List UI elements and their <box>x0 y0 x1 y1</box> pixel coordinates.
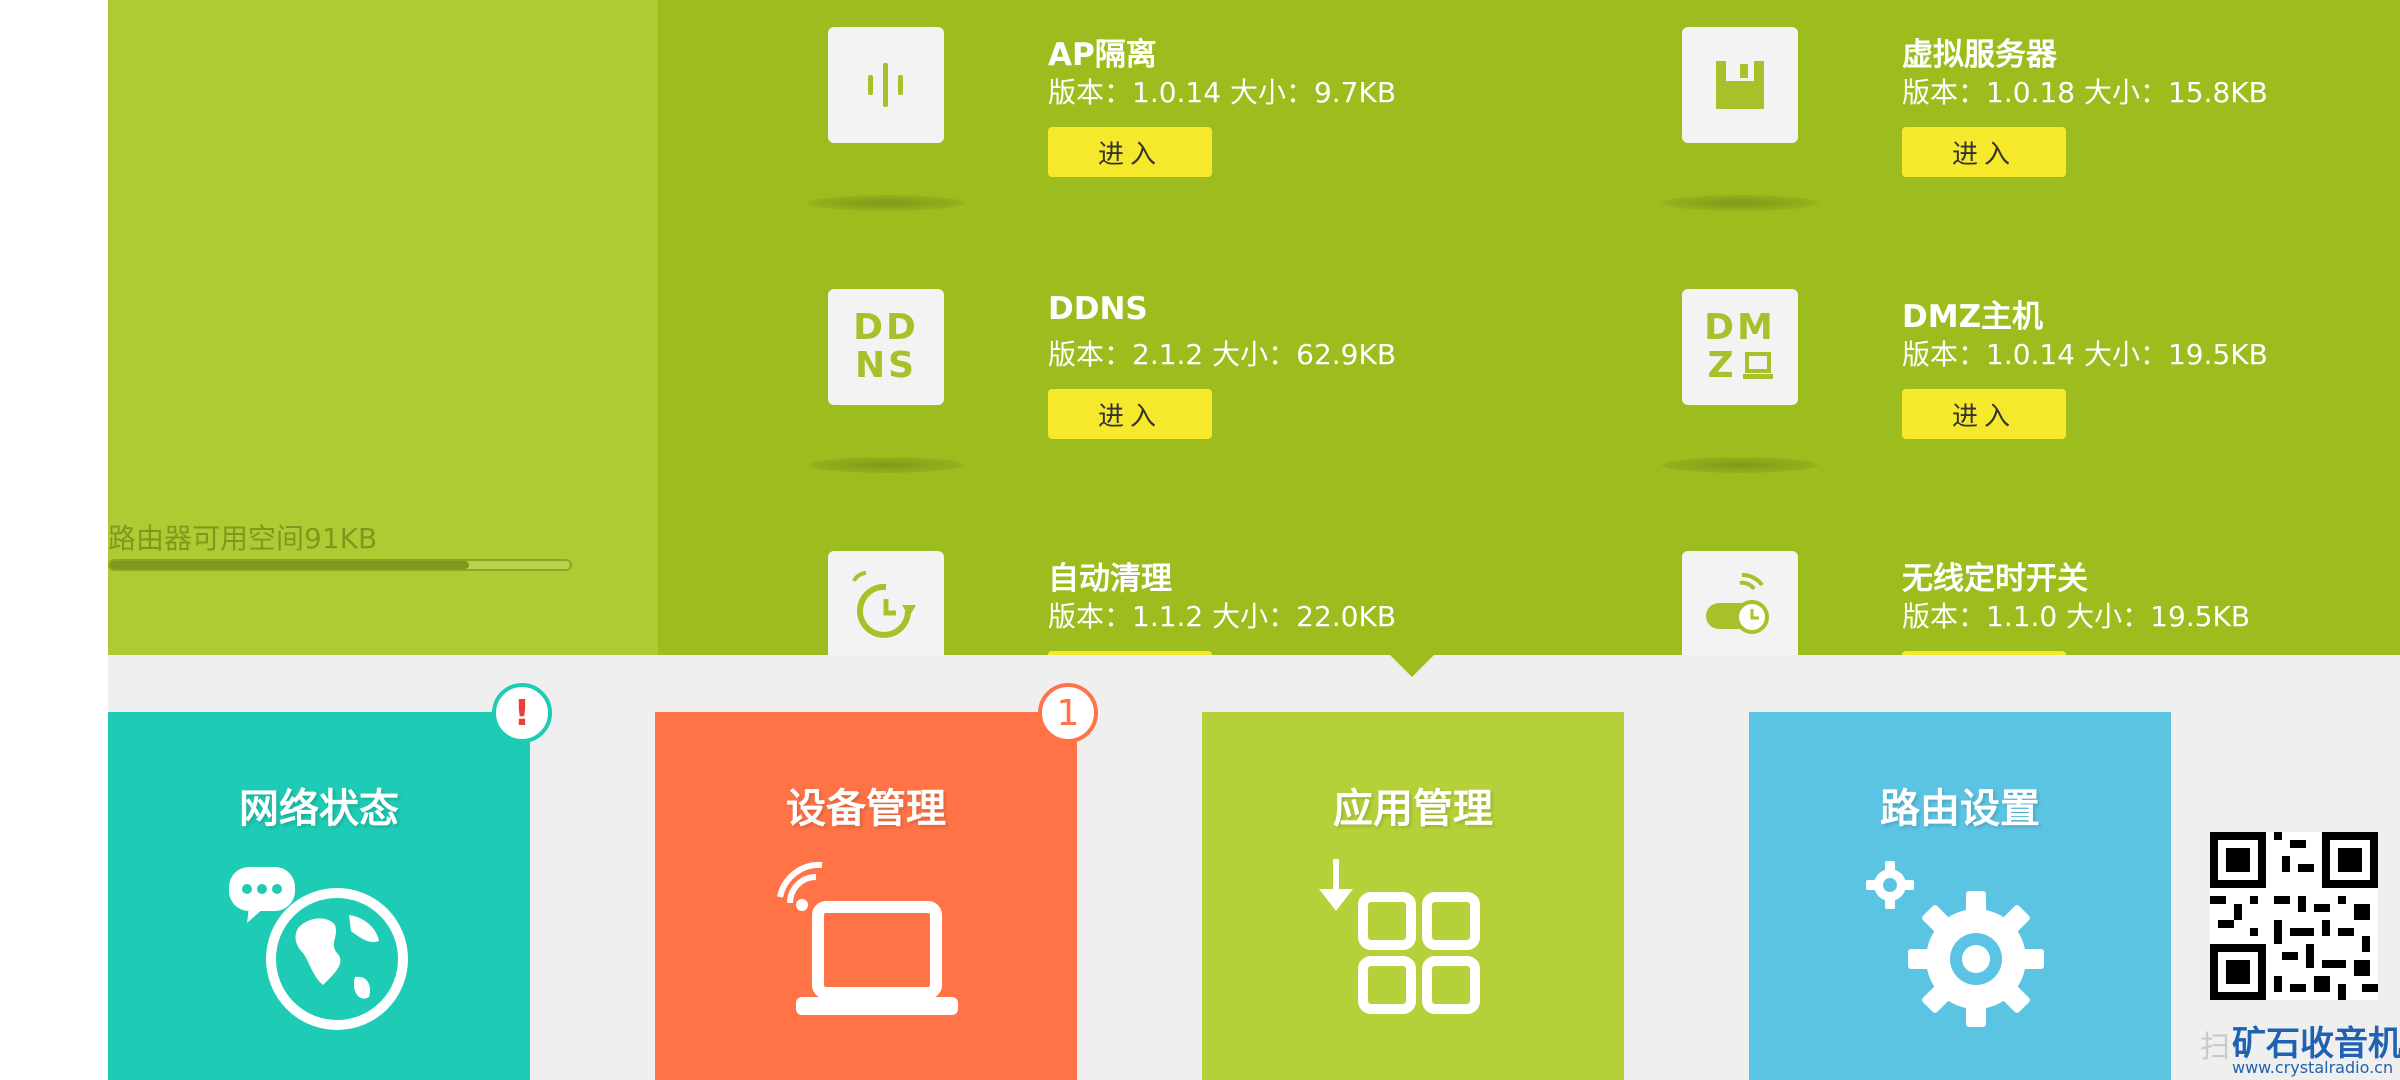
app-meta: 版本：1.0.14 大小：9.7KB <box>1048 76 1397 109</box>
tile-device-management[interactable]: 设备管理 <box>655 712 1077 1080</box>
storage-label: 路由器可用空间91KB <box>108 522 378 555</box>
ddns-icon-line: NS <box>854 345 918 386</box>
enter-button[interactable]: 进入 <box>1048 127 1212 177</box>
ddns-icon-line: DD <box>853 307 919 348</box>
app-meta: 版本：1.0.18 大小：15.8KB <box>1902 76 2268 109</box>
dmz-icon-line: Z <box>1707 345 1737 386</box>
app-name: DMZ主机 <box>1902 299 2044 335</box>
gear-icon <box>1749 857 2171 1037</box>
laptop-icon <box>655 857 1077 1037</box>
tile-title: 应用管理 <box>1333 786 1493 832</box>
tile-title: 网络状态 <box>239 786 399 832</box>
active-tab-pointer <box>1390 655 1434 677</box>
floppy-disk-icon[interactable] <box>1682 27 1798 143</box>
storage-progress-bar <box>108 559 572 571</box>
tile-app-management[interactable]: 应用管理 <box>1202 712 1624 1080</box>
wifi-timer-icon[interactable] <box>1682 551 1798 667</box>
app-item-virtual-server: 虚拟服务器 版本：1.0.18 大小：15.8KB 进入 <box>1662 27 2400 237</box>
tile-network-status[interactable]: 网络状态 <box>108 712 530 1080</box>
watermark-cut-text: 扫 <box>2200 1030 2230 1065</box>
globe-icon <box>108 857 530 1037</box>
app-meta: 版本：2.1.2 大小：62.9KB <box>1048 338 1397 371</box>
count-badge: 1 <box>1038 683 1098 743</box>
dmz-icon-row: Z <box>1707 345 1773 386</box>
enter-button[interactable]: 进入 <box>1902 389 2066 439</box>
tile-router-settings[interactable]: 路由设置 <box>1749 712 2171 1080</box>
app-meta: 版本：1.1.2 大小：22.0KB <box>1048 600 1397 633</box>
app-name: 无线定时开关 <box>1902 561 2088 597</box>
apps-grid-icon <box>1202 857 1624 1037</box>
dmz-icon[interactable]: DM Z <box>1682 289 1798 405</box>
app-meta: 版本：1.1.0 大小：19.5KB <box>1902 600 2251 633</box>
storage-progress-fill <box>110 561 469 569</box>
tile-title: 路由设置 <box>1880 786 2040 832</box>
app-name: 自动清理 <box>1048 561 1172 597</box>
alert-badge: ! <box>492 683 552 743</box>
signal-bars-icon[interactable] <box>828 27 944 143</box>
app-item-ap-isolation: AP隔离 版本：1.0.14 大小：9.7KB 进入 <box>808 27 1588 237</box>
ddns-icon[interactable]: DD NS <box>828 289 944 405</box>
watermark-url: www.crystalradio.cn <box>2232 1058 2394 1077</box>
app-shadow <box>1662 195 1818 211</box>
dmz-icon-line: DM <box>1704 307 1776 348</box>
app-shadow <box>808 457 964 473</box>
app-name: 虚拟服务器 <box>1902 37 2057 73</box>
app-meta: 版本：1.0.14 大小：19.5KB <box>1902 338 2268 371</box>
tile-title: 设备管理 <box>786 786 946 832</box>
enter-button[interactable]: 进入 <box>1048 389 1212 439</box>
monitor-icon <box>1742 352 1773 379</box>
app-item-ddns: DD NS DDNS 版本：2.1.2 大小：62.9KB 进入 <box>808 289 1588 499</box>
enter-button[interactable]: 进入 <box>1902 127 2066 177</box>
app-name: AP隔离 <box>1048 37 1157 73</box>
qr-code <box>2210 832 2378 1000</box>
app-shadow <box>1662 457 1818 473</box>
auto-clean-icon[interactable] <box>828 551 944 667</box>
app-item-dmz-host: DM Z DMZ主机 版本：1.0.14 大小：19.5KB 进入 <box>1662 289 2400 499</box>
app-shadow <box>808 195 964 211</box>
app-name: DDNS <box>1048 291 1148 327</box>
